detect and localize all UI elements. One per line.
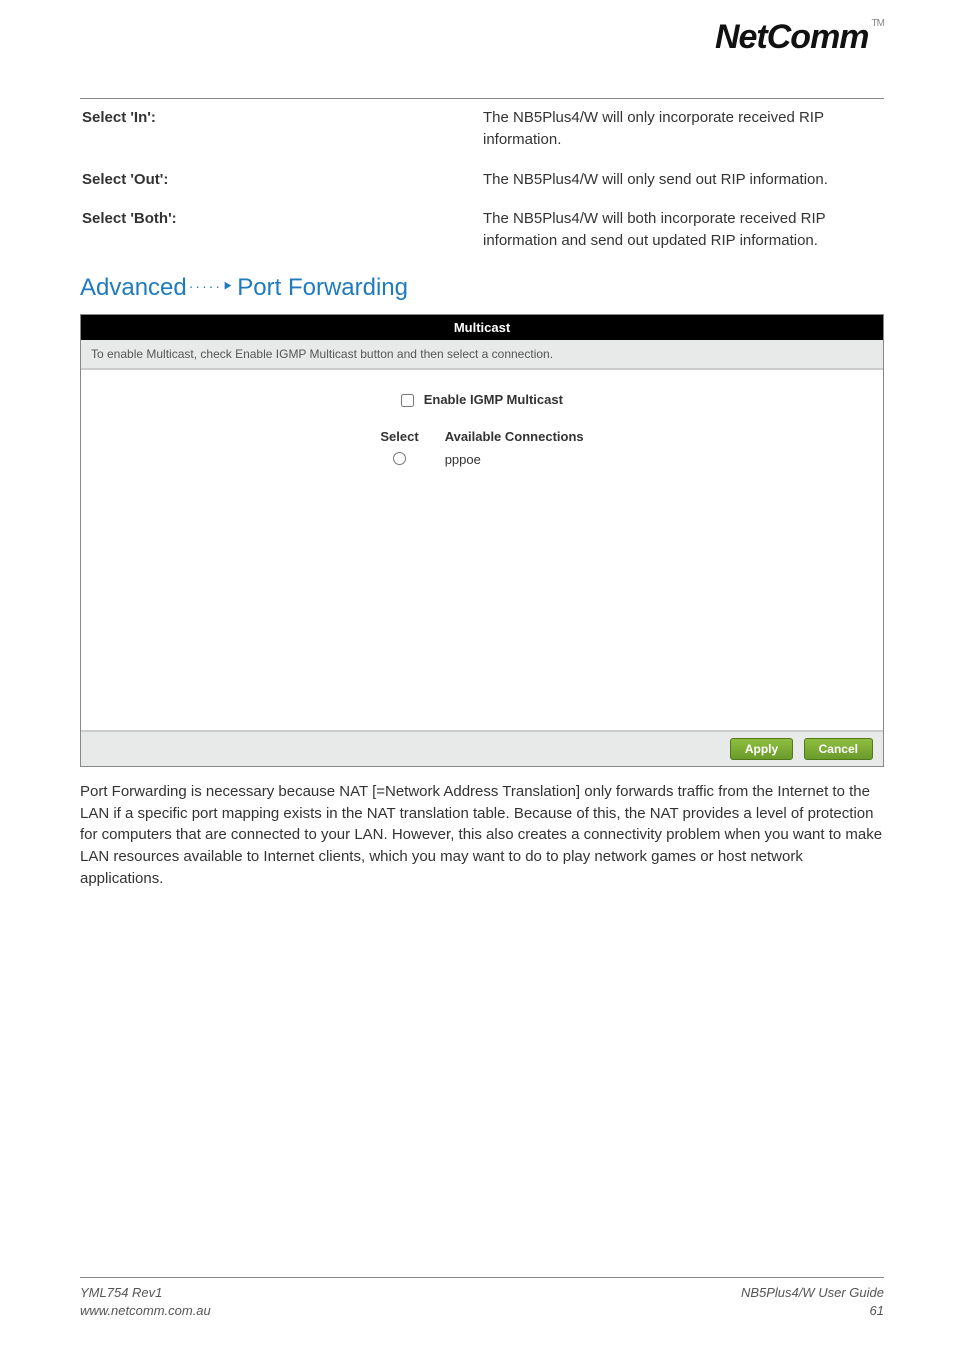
body-paragraph: Port Forwarding is necessary because NAT… <box>80 781 884 890</box>
term-desc: The NB5Plus4/W will only send out RIP in… <box>483 167 882 205</box>
page-footer: YML754 Rev1 www.netcomm.com.au NB5Plus4/… <box>80 1277 884 1320</box>
section-prefix: Advanced <box>80 274 187 301</box>
col-connections: Available Connections <box>433 427 596 446</box>
footer-rev: YML754 Rev1 <box>80 1284 211 1302</box>
panel-title: Multicast <box>81 315 883 340</box>
brand-tm: TM <box>872 18 884 29</box>
connection-name: pppoe <box>433 448 596 472</box>
panel-footer: Apply Cancel <box>81 730 883 766</box>
definition-table: Select 'In': The NB5Plus4/W will only in… <box>80 103 884 268</box>
section-heading: Advanced·····⯈Port Forwarding <box>80 274 884 302</box>
table-header-row: Select Available Connections <box>368 427 595 446</box>
term-label: Select 'Out': <box>82 167 481 205</box>
enable-multicast-row: Enable IGMP Multicast <box>91 392 873 407</box>
table-row: Select 'In': The NB5Plus4/W will only in… <box>82 105 882 165</box>
table-row: Select 'Out': The NB5Plus4/W will only s… <box>82 167 882 205</box>
term-desc: The NB5Plus4/W will both incorporate rec… <box>483 206 882 266</box>
enable-igmp-label: Enable IGMP Multicast <box>424 392 563 407</box>
cancel-button[interactable]: Cancel <box>804 738 873 760</box>
section-name: Port Forwarding <box>237 274 408 301</box>
term-label: Select 'Both': <box>82 206 481 266</box>
term-desc: The NB5Plus4/W will only incorporate rec… <box>483 105 882 165</box>
apply-button[interactable]: Apply <box>730 738 793 760</box>
panel-body: Enable IGMP Multicast Select Available C… <box>81 370 883 730</box>
connection-radio[interactable] <box>393 452 406 465</box>
breadcrumb-arrow-icon: ·····⯈ <box>189 278 236 295</box>
footer-guide: NB5Plus4/W User Guide <box>741 1284 884 1302</box>
table-row: Select 'Both': The NB5Plus4/W will both … <box>82 206 882 266</box>
col-select: Select <box>368 427 430 446</box>
brand-name: NetComm <box>715 18 869 56</box>
term-label: Select 'In': <box>82 105 481 165</box>
table-row: pppoe <box>368 448 595 472</box>
panel-instruction: To enable Multicast, check Enable IGMP M… <box>81 340 883 370</box>
enable-igmp-checkbox[interactable] <box>401 394 414 407</box>
connections-table: Select Available Connections pppoe <box>366 425 597 474</box>
footer-url: www.netcomm.com.au <box>80 1302 211 1320</box>
footer-page: 61 <box>741 1302 884 1320</box>
brand-logo: NetCommTM <box>715 18 884 57</box>
top-divider <box>80 98 884 99</box>
multicast-panel: Multicast To enable Multicast, check Ena… <box>80 314 884 767</box>
